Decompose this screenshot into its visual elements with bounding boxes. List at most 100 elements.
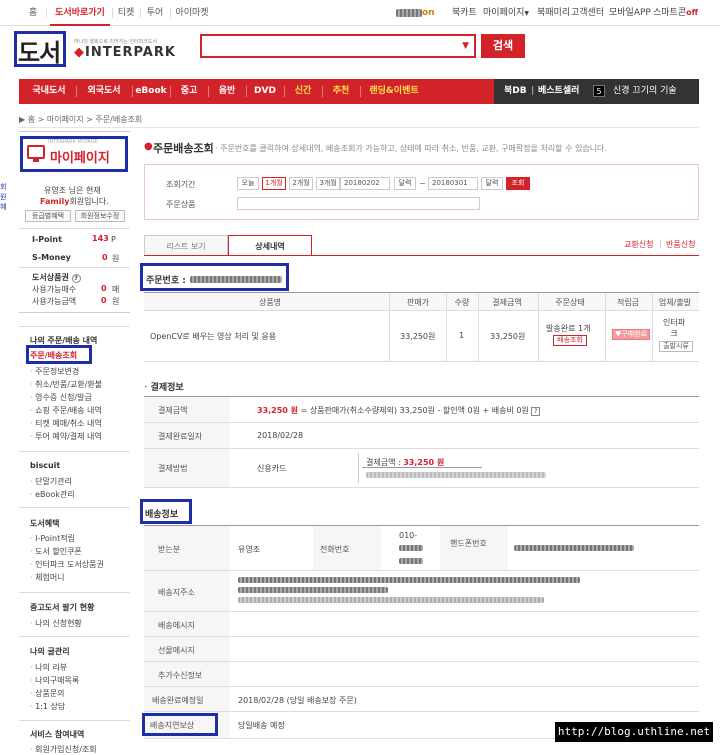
purchase-confirm-button[interactable]: ♥구매완료 <box>612 329 650 340</box>
period-2month-button[interactable]: 2개월 <box>289 177 313 190</box>
tab-home[interactable]: 홈 <box>22 0 44 26</box>
menu-new[interactable]: 신간 <box>287 79 319 104</box>
return-request-link[interactable]: 반품신청 <box>666 239 695 250</box>
nav-ticket-orders[interactable]: · 티켓 예매/취소 내역 <box>30 418 102 429</box>
mypage-title[interactable]: 마이페이지 <box>50 147 110 166</box>
nav-cancel-return[interactable]: · 취소/반품/교환/환불 <box>30 379 102 390</box>
nav-trial-money[interactable]: · 체험머니 <box>30 572 65 583</box>
menu-dvd[interactable]: DVD <box>249 79 281 104</box>
nav-section-posts: 나의 글관리 <box>30 647 70 656</box>
menu-foreign[interactable]: 외국도서 <box>79 79 129 104</box>
nav-signup-inquiry[interactable]: · 회원가입신청/조회 <box>30 744 97 755</box>
query-button[interactable]: 조회 <box>506 177 530 190</box>
calendar-from-button[interactable]: 달력 <box>394 177 416 190</box>
interpark-brand[interactable]: 하나의 행복으로 이어지는 인터파크도서 ◆INTERPARK <box>74 38 176 60</box>
col-reward: 적립금 <box>616 298 640 307</box>
mypage-link[interactable]: 마이페이지▼ <box>483 0 529 26</box>
departure-docs-button[interactable]: 출발시류 <box>659 341 693 352</box>
page-description: · 주문번호를 클릭하여 상세내역, 배송조회가 가능하고, 상태에 따라 취소… <box>215 144 607 153</box>
nav-purchase-list[interactable]: · 나의구매목록 <box>30 675 79 686</box>
product-input[interactable] <box>237 197 480 210</box>
menu-ebook[interactable]: eBook <box>135 79 167 104</box>
menu-bestseller[interactable]: 베스트셀러 <box>538 79 579 104</box>
grade-benefit-button[interactable]: 등급별혜택 <box>25 210 71 222</box>
order-status: 발송완료 1개 <box>546 324 591 333</box>
chevron-down-icon[interactable]: ▼ <box>462 41 469 51</box>
tab-list-view[interactable]: 리스트 보기 <box>144 235 228 256</box>
product-name-link[interactable]: OpenCV로 배우는 영상 처리 및 응용 <box>150 331 276 342</box>
payment-date-label: 결제완료일자 <box>158 432 203 441</box>
tab-books[interactable]: 도서바로가기 <box>50 0 110 26</box>
menu-music[interactable]: 음반 <box>211 79 243 104</box>
phone-label: 전화번호 <box>320 545 350 554</box>
menu-domestic[interactable]: 국내도서 <box>25 79 73 104</box>
receiver-value: 유영조 <box>238 545 261 554</box>
search-button[interactable]: 검색 <box>481 34 525 58</box>
menu-recommend[interactable]: 추천 <box>325 79 357 104</box>
user-greeting: 유영조 님은 현재 <box>44 186 101 195</box>
vendor-name: 인터파 크 <box>663 318 686 338</box>
nav-section-used: 중고도서 팔기 현황 <box>30 603 95 612</box>
smart-con-link[interactable]: 스마트콘off <box>653 0 698 26</box>
track-delivery-button[interactable]: 배송조회 <box>553 335 587 346</box>
tab-tour[interactable]: 투어 <box>142 0 168 26</box>
gift-card-title: 도서상품권 ? <box>32 272 81 283</box>
product-label: 주문상품 <box>166 200 196 209</box>
nav-ebook-manage[interactable]: · eBook관리 <box>30 489 75 500</box>
extra-info-label: 추가수신정보 <box>158 671 203 680</box>
menu-used[interactable]: 중고 <box>173 79 205 104</box>
exchange-request-link[interactable]: 교환신청 <box>624 239 653 250</box>
menu-events[interactable]: 랜딩&이벤트 <box>363 79 425 104</box>
nav-order-delivery[interactable]: 주문/배송조회 <box>30 350 77 361</box>
order-number-value[interactable] <box>190 276 282 283</box>
nav-coupon[interactable]: · 도서 할인쿠폰 <box>30 546 82 557</box>
address-masked-3 <box>238 597 544 603</box>
menu-book-db[interactable]: 북DB <box>504 79 527 104</box>
nav-tour-orders[interactable]: · 투어 예약/결제 내역 <box>30 431 102 442</box>
tab-imarket[interactable]: 아이마켓 <box>172 0 212 26</box>
help-icon[interactable]: ? <box>71 274 81 283</box>
date-from-input[interactable]: 20180202 <box>340 177 390 190</box>
ipoint-value[interactable]: 143 <box>92 234 109 243</box>
mobile-label: 핸드폰번호 <box>450 539 487 548</box>
nav-product-qna[interactable]: · 상품문의 <box>30 688 65 699</box>
nav-shopping-orders[interactable]: · 쇼핑 주문/배송 내역 <box>30 405 102 416</box>
col-vendor: 업체/출발 <box>658 298 692 307</box>
mobile-app-link[interactable]: 모바일APP <box>609 0 651 26</box>
smoney-value[interactable]: 0 <box>102 253 108 262</box>
guarantee-value: 당일배송 예정 <box>238 721 285 730</box>
books-logo[interactable]: 도서 <box>18 33 61 68</box>
address-masked-1 <box>238 577 580 583</box>
col-paid: 결제금액 <box>492 298 522 307</box>
nav-my-requests[interactable]: · 나의 신청현황 <box>30 618 82 629</box>
date-to-input[interactable]: 20180301 <box>428 177 478 190</box>
mypage-subtitle: INTERPARK MYPAGE <box>48 139 98 145</box>
nav-gift-card[interactable]: · 인터파크 도서상품권 <box>30 559 104 570</box>
tab-detail-view[interactable]: 상세내역 <box>228 235 312 256</box>
book-cart-link[interactable]: 북카트 <box>452 0 477 26</box>
period-3month-button[interactable]: 3개월 <box>316 177 340 190</box>
nav-order-change[interactable]: · 주문정보변경 <box>30 366 79 377</box>
help-icon[interactable]: ? <box>531 407 541 416</box>
gift-amount-value[interactable]: 0 <box>101 296 107 305</box>
period-label: 조회기간 <box>166 180 196 189</box>
nav-my-reviews[interactable]: · 나의 리뷰 <box>30 662 67 673</box>
payment-method-value: 신용카드 <box>257 464 287 473</box>
tab-ticket[interactable]: 티켓 <box>114 0 138 26</box>
nav-device-manage[interactable]: · 단말기관리 <box>30 476 72 487</box>
payment-date-value: 2018/02/28 <box>257 431 304 440</box>
search-input[interactable]: ▼ <box>200 34 476 58</box>
book-family-link[interactable]: 북패미리 <box>537 0 570 26</box>
period-today-button[interactable]: 오늘 <box>237 177 259 190</box>
nav-ipoint[interactable]: · I-Point적립 <box>30 533 75 544</box>
nav-one-to-one[interactable]: · 1:1 상담 <box>30 701 65 712</box>
gift-count-value[interactable]: 0 <box>101 284 107 293</box>
nav-section-benefits: 도서혜택 <box>30 519 60 528</box>
period-1month-button[interactable]: 1개월 <box>262 177 286 190</box>
calendar-to-button[interactable]: 달력 <box>481 177 503 190</box>
phone-value: 010- <box>399 531 418 540</box>
promo-link[interactable]: 신경 끄기의 기술 <box>613 79 677 104</box>
edit-member-info-button[interactable]: 회원정보수정 <box>75 210 125 222</box>
customer-center-link[interactable]: 고객센터 <box>571 0 604 26</box>
nav-receipt[interactable]: · 영수증 신청/발급 <box>30 392 92 403</box>
